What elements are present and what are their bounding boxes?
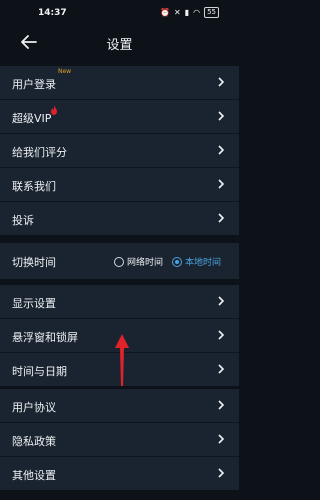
menu-item-contact-us[interactable]: 联系我们 xyxy=(0,168,239,202)
battery-icon: 55 xyxy=(204,7,219,18)
menu-item-super-vip[interactable]: 超级VIP xyxy=(0,100,239,134)
wifi-icon: ◠ xyxy=(193,8,201,17)
settings-group-time-source: 切换时间 网络时间 本地时间 xyxy=(0,243,239,279)
menu-item-complaint[interactable]: 投诉 xyxy=(0,202,239,235)
radio-local-time[interactable]: 本地时间 xyxy=(172,255,221,268)
time-switch-row: 切换时间 网络时间 本地时间 xyxy=(0,243,239,279)
chevron-right-icon xyxy=(218,213,225,223)
page-title: 设置 xyxy=(106,38,133,53)
menu-item-label: 超级VIP xyxy=(12,112,52,125)
menu-item-label: 给我们评分 xyxy=(12,146,67,159)
chevron-right-icon xyxy=(218,468,225,478)
chevron-right-icon xyxy=(218,400,225,410)
status-bar: 14:37 ⏰ ✕ ▮ ◠ 55 xyxy=(0,0,239,26)
time-switch-label: 切换时间 xyxy=(12,256,56,269)
radio-circle xyxy=(114,256,124,267)
radio-label: 网络时间 xyxy=(127,258,164,268)
chevron-right-icon xyxy=(218,330,225,340)
annotation-arrow-icon xyxy=(115,334,129,386)
chevron-right-icon xyxy=(218,179,225,189)
status-icons: ⏰ ✕ ▮ ◠ 55 xyxy=(160,7,219,18)
status-time: 14:37 xyxy=(38,8,67,18)
menu-item-display-settings[interactable]: 显示设置 xyxy=(0,285,239,319)
mute-icon: ✕ xyxy=(173,8,181,17)
settings-group-legal: 用户协议 隐私政策 其他设置 xyxy=(0,389,239,490)
chevron-right-icon xyxy=(218,111,225,121)
header: 设置 xyxy=(0,26,239,60)
flame-icon xyxy=(51,105,57,115)
menu-item-label: 联系我们 xyxy=(12,180,56,193)
chevron-right-icon xyxy=(218,434,225,444)
menu-item-user-agreement[interactable]: 用户协议 xyxy=(0,389,239,423)
signal-icon: ▮ xyxy=(184,8,190,17)
radio-label: 本地时间 xyxy=(185,258,222,268)
menu-item-label: 投诉 xyxy=(12,214,34,227)
menu-item-rate-us[interactable]: 给我们评分 xyxy=(0,134,239,168)
settings-group-account: 用户登录 New 超级VIP 给我们评分 联系我们 投诉 xyxy=(0,66,239,235)
menu-item-label: 隐私政策 xyxy=(12,435,56,448)
menu-item-label: 用户协议 xyxy=(12,401,56,414)
menu-item-other-settings[interactable]: 其他设置 xyxy=(0,457,239,490)
menu-item-user-login[interactable]: 用户登录 New xyxy=(0,66,239,100)
menu-item-label: 用户登录 xyxy=(12,78,56,91)
radio-network-time[interactable]: 网络时间 xyxy=(114,255,163,268)
menu-item-label: 显示设置 xyxy=(12,297,56,310)
chevron-right-icon xyxy=(218,364,225,374)
menu-item-label: 时间与日期 xyxy=(12,365,67,378)
radio-circle-selected xyxy=(172,256,182,267)
menu-item-label: 悬浮窗和锁屏 xyxy=(12,331,78,344)
new-badge: New xyxy=(58,68,72,75)
chevron-right-icon xyxy=(218,145,225,155)
menu-item-label: 其他设置 xyxy=(12,469,56,482)
menu-item-privacy-policy[interactable]: 隐私政策 xyxy=(0,423,239,457)
chevron-right-icon xyxy=(218,296,225,306)
chevron-right-icon xyxy=(218,77,225,87)
alarm-icon: ⏰ xyxy=(160,8,170,17)
